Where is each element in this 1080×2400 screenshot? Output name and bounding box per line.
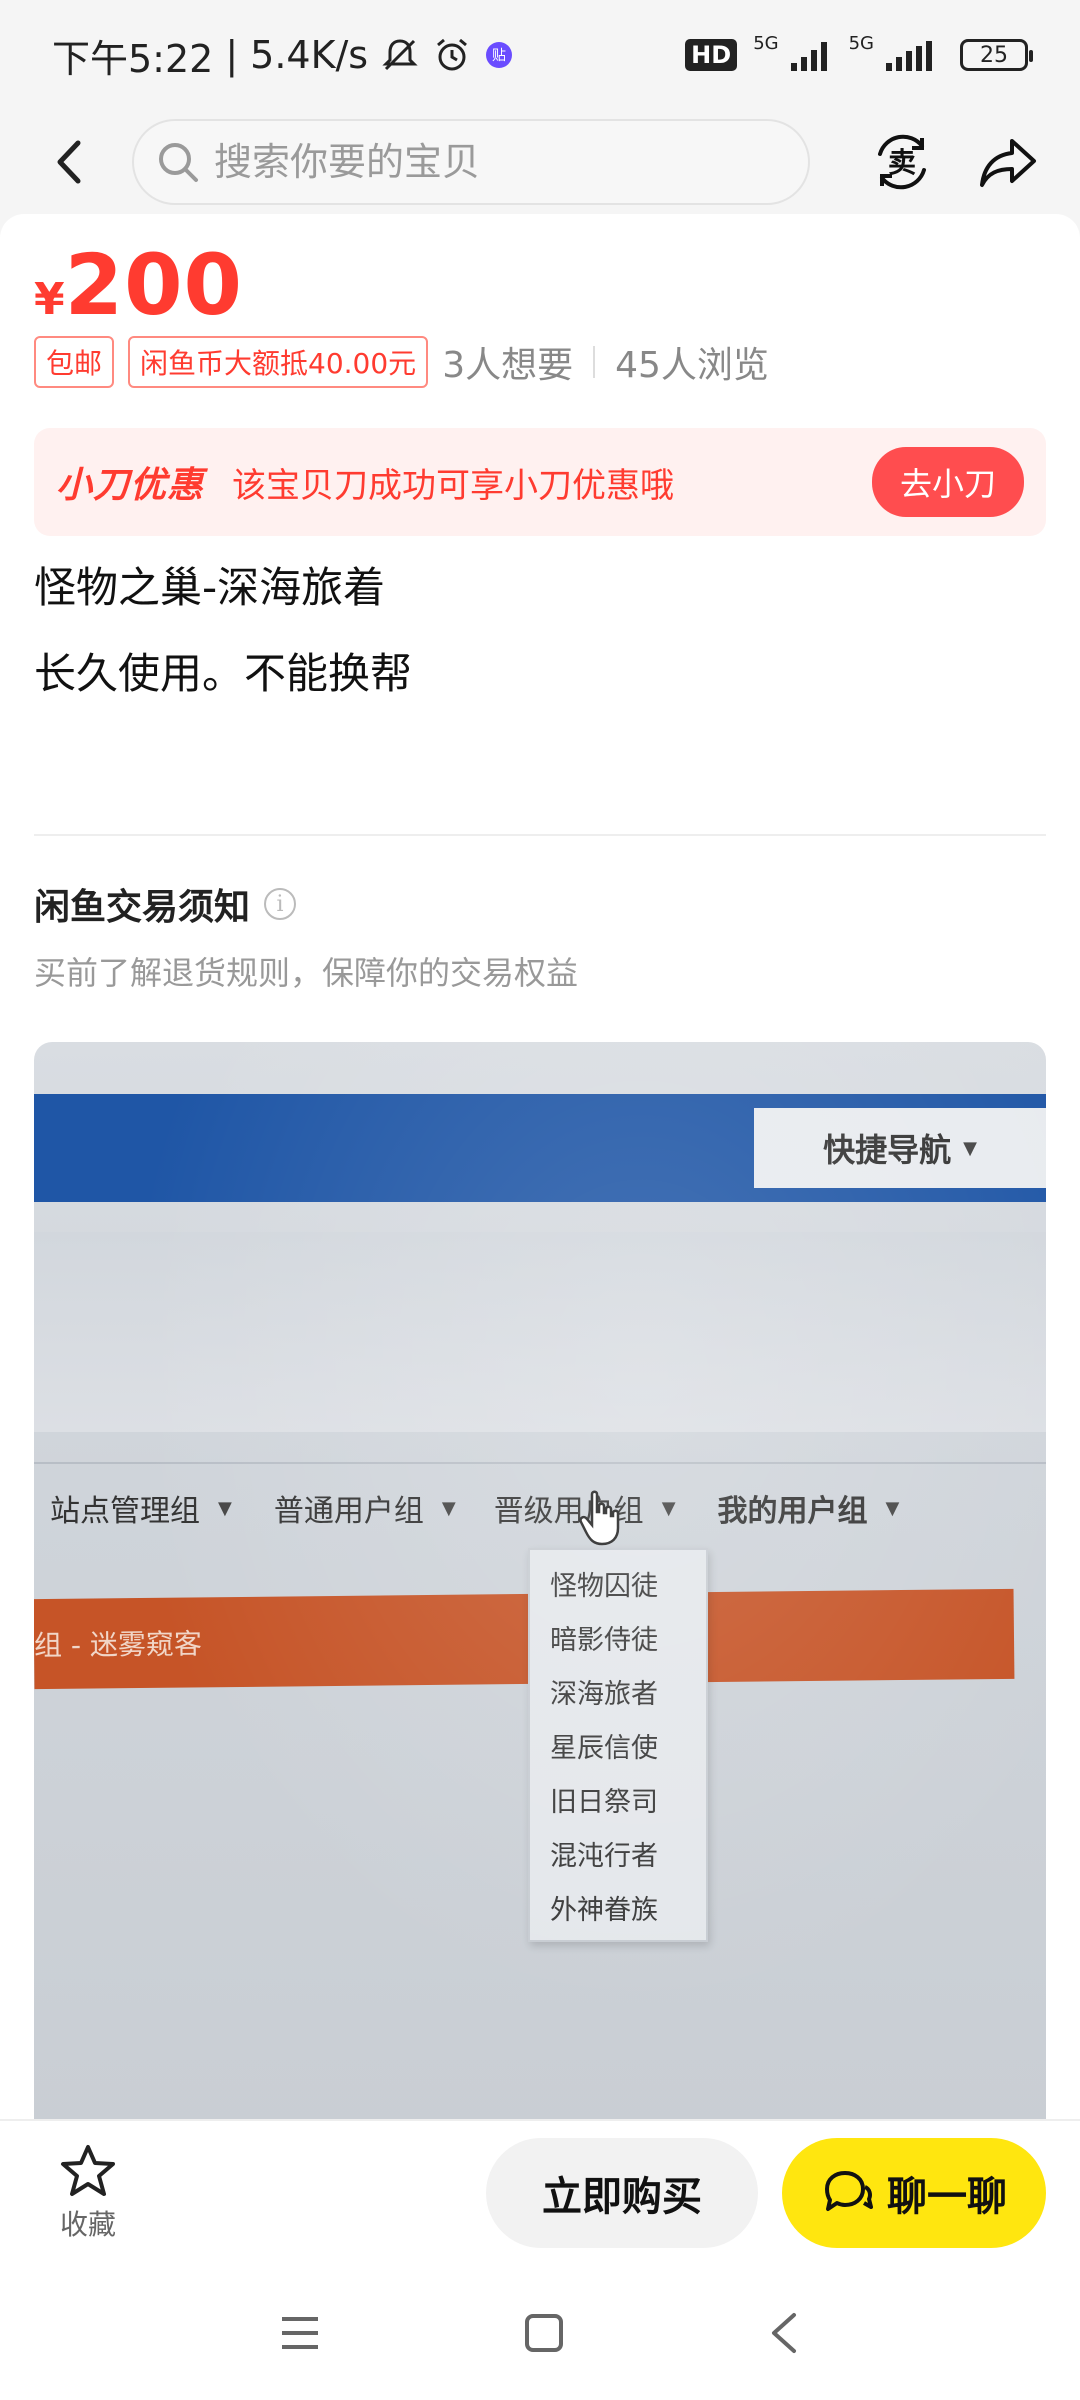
back-arrow-icon [57, 140, 81, 184]
photo-dropdown-option: 暗影侍徒 [550, 1624, 658, 1656]
free-shipping-tag: 包邮 [34, 336, 115, 388]
photo-menu-item: 站点管理组 ▼ [50, 1486, 232, 1530]
trade-notice-subtitle: 买前了解退货规则，保障你的交易权益 [34, 954, 579, 992]
bottom-action-bar: 收藏 立即购买 聊一聊 [0, 2119, 1080, 2265]
photo-menu-label: 我的用户组 [717, 1494, 868, 1529]
photo-menu-label: 普通用户组 [273, 1494, 424, 1529]
photo-dropdown-option: 星辰信使 [550, 1732, 658, 1764]
chevron-down-icon: ▼ [885, 1497, 900, 1519]
photo-dropdown-option: 外神眷族 [550, 1894, 658, 1926]
want-count: 3人想要 [442, 345, 574, 386]
photo-banner-text: 组 - 迷雾窥客 [34, 1627, 203, 1663]
product-photo[interactable]: 快捷导航 ▼ 站点管理组 ▼ 普通用户组 ▼ 晋级用户组 ▼ 我的用户组 ▼ 组 - 迷… [34, 1042, 1046, 2119]
trade-notice[interactable]: 闲鱼交易须知 i [34, 878, 297, 930]
battery-indicator: 25 [960, 39, 1033, 71]
search-input[interactable] [214, 140, 754, 184]
sell-icon: 卖 [878, 134, 926, 190]
bargain-button[interactable]: 去小刀 [871, 447, 1024, 517]
view-count: 45人浏览 [615, 345, 769, 386]
hd-badge: HD [685, 39, 738, 71]
chat-button[interactable]: 聊一聊 [782, 2138, 1046, 2248]
favorite-label: 收藏 [59, 2208, 116, 2241]
photo-menu-row: 站点管理组 ▼ 普通用户组 ▼ 晋级用户组 ▼ 我的用户组 ▼ [34, 1486, 1046, 1530]
chat-icon [825, 2171, 873, 2211]
photo-dropdown-option: 怪物囚徒 [550, 1570, 658, 1602]
chat-label: 聊一聊 [887, 2174, 1007, 2220]
photo-quick-nav: 快捷导航 ▼ [754, 1108, 1046, 1188]
info-icon[interactable]: i [264, 888, 297, 920]
product-title: 怪物之巢-深海旅着 [34, 563, 386, 612]
sell-button[interactable]: 卖 [870, 130, 934, 194]
trade-notice-title: 闲鱼交易须知 [34, 887, 251, 928]
chevron-down-icon: ▼ [661, 1497, 676, 1519]
photo-menu-item: 我的用户组 ▼ [718, 1486, 900, 1530]
buy-now-button[interactable]: 立即购买 [486, 2138, 758, 2248]
search-icon [159, 143, 198, 182]
photo-menu-line [34, 1462, 1046, 1464]
hand-cursor-icon [579, 1490, 620, 1546]
sell-icon-label: 卖 [888, 146, 916, 179]
divider [34, 834, 1046, 836]
photo-menu-item: 普通用户组 ▼ [274, 1486, 456, 1530]
back-button[interactable] [40, 132, 100, 192]
mute-icon [380, 35, 420, 75]
share-button[interactable] [976, 130, 1040, 194]
photo-banner: 组 - 迷雾窥客 [34, 1588, 1015, 1690]
stat-divider [593, 346, 596, 378]
photo-quick-nav-label: 快捷导航 [823, 1131, 952, 1169]
search-bar[interactable] [132, 119, 810, 205]
signal-label-2: 5G [848, 32, 874, 54]
status-speed: 5.4K/s [250, 33, 369, 77]
status-separator: | [225, 33, 239, 77]
back-icon[interactable] [766, 2311, 802, 2355]
product-detail: ¥ 200 包邮 闲鱼币大额抵40.00元 3人想要 45人浏览 小刀优惠 该宝… [0, 214, 1080, 2119]
promo-text: 该宝贝刀成功可享小刀优惠哦 [232, 465, 675, 506]
top-nav-bar: 卖 [0, 110, 1080, 214]
coin-discount-tag: 闲鱼币大额抵40.00元 [128, 336, 429, 388]
photo-menu-label: 站点管理组 [50, 1494, 200, 1529]
svg-text:贴: 贴 [492, 48, 506, 64]
photo-dropdown-option: 旧日祭司 [550, 1786, 658, 1818]
menu-icon[interactable] [278, 2313, 322, 2353]
photo-band [34, 1232, 1046, 1432]
signal-icon [884, 39, 944, 71]
price-value: 200 [64, 236, 243, 334]
signal-label-1: 5G [753, 32, 779, 54]
system-nav-bar [0, 2265, 1080, 2400]
home-icon[interactable] [522, 2311, 566, 2355]
status-time: 下午5:22 [52, 36, 214, 81]
product-description: 长久使用。不能换帮 [34, 649, 413, 698]
photo-dropdown-option: 深海旅者 [550, 1678, 658, 1710]
star-icon [61, 2145, 115, 2196]
promo-brand: 小刀优惠 [56, 465, 205, 506]
chevron-down-icon: ▼ [218, 1497, 232, 1519]
currency-symbol: ¥ [34, 274, 65, 325]
price: ¥ 200 [34, 236, 243, 334]
chevron-down-icon: ▼ [963, 1137, 977, 1159]
bargain-promo-banner: 小刀优惠 该宝贝刀成功可享小刀优惠哦 去小刀 [34, 428, 1046, 536]
signal-icon [789, 39, 833, 71]
tags-row: 包邮 闲鱼币大额抵40.00元 3人想要 45人浏览 [34, 336, 769, 388]
share-icon [980, 139, 1036, 187]
alarm-icon [432, 35, 472, 75]
app-notification-icon: 贴 [484, 40, 514, 70]
chevron-down-icon: ▼ [441, 1497, 456, 1519]
photo-dropdown-menu: 怪物囚徒 暗影侍徒 深海旅者 星辰信使 旧日祭司 混沌行者 外神眷族 [528, 1548, 708, 1942]
favorite-button[interactable]: 收藏 [34, 2143, 142, 2243]
status-bar: 下午5:22 | 5.4K/s 贴 HD 5G 5G 25 [0, 0, 1080, 110]
photo-dropdown-option: 混沌行者 [550, 1840, 658, 1872]
